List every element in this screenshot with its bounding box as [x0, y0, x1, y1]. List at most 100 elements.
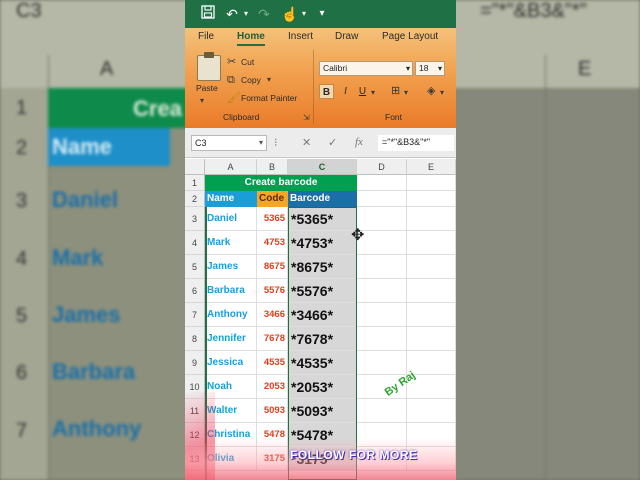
tab-page-layout[interactable]: Page Layout	[382, 31, 438, 42]
name-header-cell[interactable]: Name	[205, 191, 257, 207]
empty-cell[interactable]	[357, 231, 407, 255]
empty-cell[interactable]	[407, 231, 456, 255]
row-header[interactable]: 3	[185, 207, 205, 231]
name-cell[interactable]: Mark	[205, 231, 257, 255]
empty-cell[interactable]	[407, 351, 456, 375]
code-cell[interactable]: 5365	[257, 207, 288, 231]
column-header-e[interactable]: E	[407, 159, 456, 175]
barcode-cell[interactable]: *3466*	[288, 303, 357, 327]
copy-dropdown-icon[interactable]: ▾	[267, 74, 271, 86]
save-icon[interactable]	[199, 5, 217, 23]
tab-file[interactable]: File	[198, 31, 214, 42]
paste-icon[interactable]	[197, 52, 221, 81]
empty-cell[interactable]	[407, 175, 456, 191]
code-cell[interactable]: 5576	[257, 279, 288, 303]
empty-cell[interactable]	[357, 351, 407, 375]
borders-dropdown-icon[interactable]: ▾	[404, 87, 408, 99]
empty-cell[interactable]	[357, 191, 407, 207]
empty-cell[interactable]	[357, 279, 407, 303]
tab-home[interactable]: Home	[237, 31, 265, 46]
empty-cell[interactable]	[357, 255, 407, 279]
redo-icon[interactable]: ↷	[255, 5, 273, 23]
barcode-cell[interactable]: *5093*	[288, 399, 357, 423]
barcode-header-cell[interactable]: Barcode	[288, 191, 357, 207]
column-header-d[interactable]: D	[357, 159, 407, 175]
code-cell[interactable]: 7678	[257, 327, 288, 351]
fill-color-dropdown-icon[interactable]: ▾	[440, 87, 444, 99]
undo-dropdown-icon[interactable]: ▾	[237, 5, 255, 23]
cancel-icon[interactable]: ✕	[302, 136, 311, 149]
copy-button[interactable]: Copy	[241, 75, 261, 85]
select-all-corner[interactable]	[185, 159, 205, 175]
code-cell[interactable]: 3466	[257, 303, 288, 327]
name-box[interactable]: C3 ▾	[191, 135, 267, 151]
code-cell[interactable]: 4753	[257, 231, 288, 255]
borders-icon[interactable]: ⊞	[391, 85, 400, 97]
row-header[interactable]: 8	[185, 327, 205, 351]
format-painter-button[interactable]: Format Painter	[241, 93, 297, 103]
code-cell[interactable]: 4535	[257, 351, 288, 375]
code-cell[interactable]: 5093	[257, 399, 288, 423]
row-header[interactable]: 11	[185, 399, 205, 423]
customize-qat-icon[interactable]: ▾	[313, 5, 331, 23]
empty-cell[interactable]	[357, 423, 407, 447]
code-header-cell[interactable]: Code	[257, 191, 288, 207]
touch-dropdown-icon[interactable]: ▾	[295, 5, 313, 23]
empty-cell[interactable]	[407, 255, 456, 279]
name-cell[interactable]: Barbara	[205, 279, 257, 303]
paste-dropdown-icon[interactable]: ▾	[200, 95, 204, 107]
tab-draw[interactable]: Draw	[335, 31, 358, 42]
font-name-select[interactable]: Calibri ▾	[319, 61, 413, 76]
row-header[interactable]: 12	[185, 423, 205, 447]
row-header[interactable]: 7	[185, 303, 205, 327]
empty-cell[interactable]	[407, 327, 456, 351]
barcode-cell[interactable]: *4535*	[288, 351, 357, 375]
column-header-c[interactable]: C	[288, 159, 357, 175]
barcode-cell[interactable]: *8675*	[288, 255, 357, 279]
format-painter-icon[interactable]: 🖌	[227, 92, 241, 104]
empty-cell[interactable]	[407, 207, 456, 231]
empty-cell[interactable]	[357, 207, 407, 231]
name-cell[interactable]: James	[205, 255, 257, 279]
title-cell[interactable]: Create barcode	[205, 175, 357, 191]
column-header-b[interactable]: B	[257, 159, 288, 175]
barcode-cell[interactable]: *2053*	[288, 375, 357, 399]
barcode-cell[interactable]: *5365*	[288, 207, 357, 231]
row-header[interactable]: 5	[185, 255, 205, 279]
underline-button[interactable]: U	[355, 84, 370, 99]
barcode-cell[interactable]: *5576*	[288, 279, 357, 303]
empty-cell[interactable]	[357, 175, 407, 191]
italic-button[interactable]: I	[338, 84, 353, 99]
empty-cell[interactable]	[407, 423, 456, 447]
underline-dropdown-icon[interactable]: ▾	[371, 87, 375, 99]
empty-cell[interactable]	[407, 303, 456, 327]
tab-insert[interactable]: Insert	[288, 31, 313, 42]
name-cell[interactable]: Olivia	[205, 447, 257, 471]
code-cell[interactable]: 3175	[257, 447, 288, 471]
fill-color-icon[interactable]: ◈	[427, 85, 435, 97]
row-header[interactable]: 13	[185, 447, 205, 471]
row-header[interactable]: 6	[185, 279, 205, 303]
formula-input[interactable]: ="*"&B3&"*"	[378, 135, 454, 151]
name-cell[interactable]: Walter	[205, 399, 257, 423]
name-cell[interactable]: Christina	[205, 423, 257, 447]
row-header[interactable]: 9	[185, 351, 205, 375]
name-cell[interactable]: Jessica	[205, 351, 257, 375]
name-cell[interactable]: Daniel	[205, 207, 257, 231]
paste-button[interactable]: Paste	[196, 83, 218, 93]
column-header-a[interactable]: A	[205, 159, 257, 175]
empty-cell[interactable]	[357, 399, 407, 423]
clipboard-launcher-icon[interactable]: ⇲	[303, 112, 310, 124]
cut-icon[interactable]: ✂	[227, 56, 236, 68]
row-header[interactable]: 10	[185, 375, 205, 399]
name-cell[interactable]: Noah	[205, 375, 257, 399]
name-cell[interactable]: Anthony	[205, 303, 257, 327]
empty-cell[interactable]	[407, 191, 456, 207]
copy-icon[interactable]: ⧉	[227, 74, 235, 86]
row-header[interactable]: 2	[185, 191, 205, 207]
insert-function-icon[interactable]: fx	[355, 136, 363, 148]
empty-cell[interactable]	[407, 279, 456, 303]
barcode-cell[interactable]: *7678*	[288, 327, 357, 351]
empty-cell[interactable]	[357, 303, 407, 327]
empty-cell[interactable]	[357, 327, 407, 351]
